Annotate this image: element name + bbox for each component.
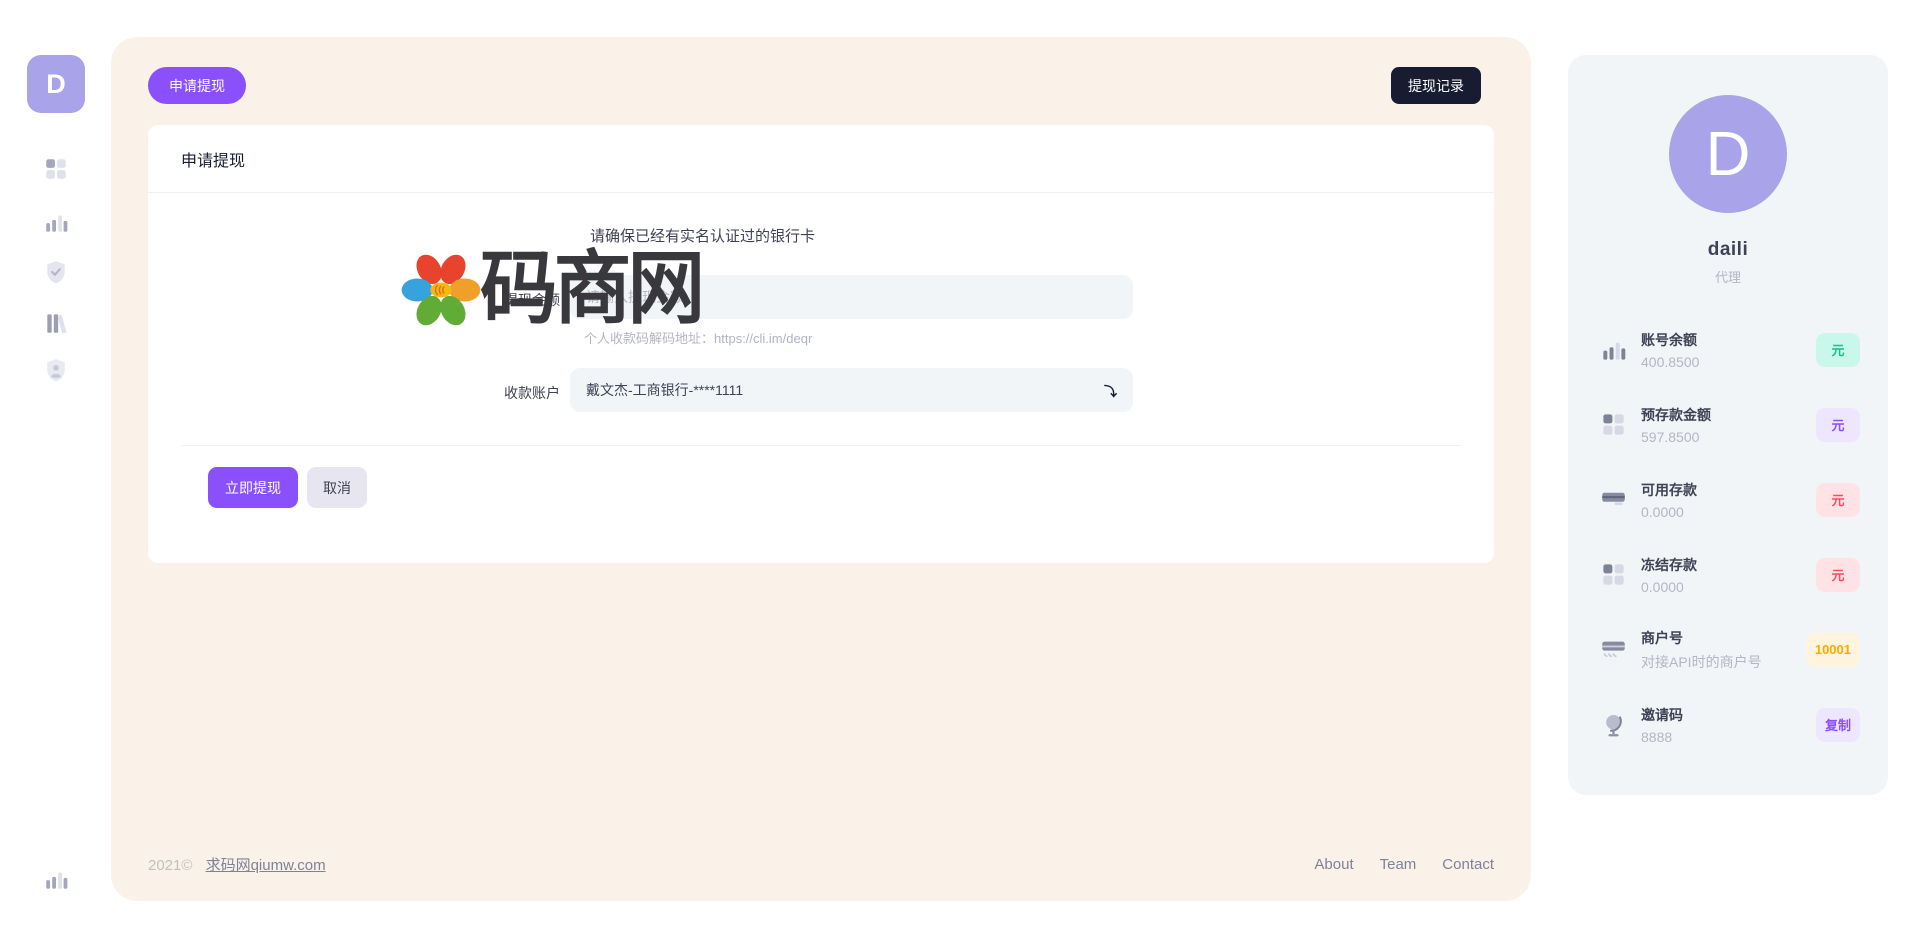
footer-links: About Team Contact	[1314, 856, 1494, 873]
profile-role: 代理	[1568, 267, 1888, 286]
currency-badge: 元	[1816, 333, 1860, 367]
app-logo[interactable]: D	[27, 55, 85, 113]
stat-label: 预存款金额	[1641, 405, 1816, 425]
stat-value: 对接API时的商户号	[1641, 652, 1806, 672]
apply-withdraw-button[interactable]: 申请提现	[148, 67, 246, 104]
stat-value: 400.8500	[1641, 354, 1816, 370]
footer-copyright: 2021© 求码网qiumw.com	[148, 854, 326, 875]
amount-input[interactable]	[570, 275, 1133, 319]
avatar: D	[1669, 95, 1787, 213]
stat-label: 可用存款	[1641, 480, 1816, 500]
copy-invite-code-button[interactable]: 复制	[1816, 708, 1860, 742]
main-content-panel: 申请提现 提现记录 申请提现 请确保已经有实名认证过的银行卡 提现金额 个人收款…	[111, 37, 1531, 901]
footer-link-contact[interactable]: Contact	[1442, 856, 1494, 873]
stat-value: 0.0000	[1641, 504, 1816, 520]
decode-link[interactable]: https://cli.im/deqr	[714, 331, 812, 346]
stat-row-available: 可用存款 0.0000 元	[1568, 462, 1888, 537]
cancel-button[interactable]: 取消	[307, 467, 367, 508]
bar-chart-icon[interactable]	[43, 209, 69, 235]
stat-row-balance: 账号余额 400.8500 元	[1568, 312, 1888, 387]
grid-icon	[1600, 561, 1627, 588]
printer-icon	[1600, 636, 1627, 663]
page: D	[0, 0, 1916, 931]
footer-year: 2021©	[148, 857, 192, 874]
submit-withdraw-button[interactable]: 立即提现	[208, 467, 298, 508]
grid-icon[interactable]	[43, 156, 69, 182]
stat-value: 0.0000	[1641, 579, 1816, 595]
stat-value: 8888	[1641, 729, 1816, 745]
withdraw-records-button[interactable]: 提现记录	[1391, 67, 1481, 104]
stat-row-frozen: 冻结存款 0.0000 元	[1568, 537, 1888, 612]
stat-label: 账号余额	[1641, 330, 1816, 350]
profile-panel: D daili 代理 账号余额 400.8500 元	[1568, 55, 1888, 795]
account-label: 收款账户	[448, 383, 560, 403]
footer-link-team[interactable]: Team	[1380, 856, 1417, 873]
amount-label: 提现金额	[448, 290, 560, 310]
merchant-id-badge: 10001	[1806, 633, 1860, 667]
left-sidebar: D	[0, 0, 111, 931]
card-title: 申请提现	[181, 147, 245, 171]
shield-user-icon[interactable]	[43, 357, 69, 383]
helper-prefix: 个人收款码解码地址：	[584, 331, 714, 346]
currency-badge: 元	[1816, 483, 1860, 517]
form-divider	[181, 445, 1461, 446]
bar-chart-icon	[1600, 336, 1627, 363]
decode-helper-text: 个人收款码解码地址：https://cli.im/deqr	[584, 328, 812, 347]
shield-check-icon[interactable]	[43, 259, 69, 285]
footer-site-link[interactable]: 求码网qiumw.com	[206, 857, 326, 874]
bar-chart-icon[interactable]	[43, 866, 69, 892]
stat-value: 597.8500	[1641, 429, 1816, 445]
stat-label: 商户号	[1641, 628, 1806, 648]
stat-row-merchant-id: 商户号 对接API时的商户号 10001	[1568, 612, 1888, 687]
account-select[interactable]: 戴文杰-工商银行-****1111	[570, 368, 1133, 412]
stat-row-prepaid: 预存款金额 597.8500 元	[1568, 387, 1888, 462]
card-header: 申请提现	[148, 125, 1494, 193]
grid-icon	[1600, 411, 1627, 438]
stat-row-invite-code: 邀请码 8888 复制	[1568, 687, 1888, 762]
withdraw-form-card: 申请提现 请确保已经有实名认证过的银行卡 提现金额 个人收款码解码地址：http…	[148, 125, 1494, 563]
credit-card-icon	[1600, 486, 1627, 513]
profile-stat-list: 账号余额 400.8500 元 预存款金额 597.8500 元	[1568, 312, 1888, 762]
library-icon[interactable]	[43, 310, 69, 336]
stat-label: 冻结存款	[1641, 555, 1816, 575]
bank-card-notice: 请确保已经有实名认证过的银行卡	[590, 225, 815, 246]
footer-link-about[interactable]: About	[1314, 856, 1353, 873]
globe-icon	[1600, 711, 1627, 738]
currency-badge: 元	[1816, 408, 1860, 442]
profile-name: daili	[1568, 239, 1888, 261]
currency-badge: 元	[1816, 558, 1860, 592]
footer: 2021© 求码网qiumw.com About Team Contact	[148, 854, 1494, 875]
stat-label: 邀请码	[1641, 705, 1816, 725]
account-select-wrap: 戴文杰-工商银行-****1111 ⤵	[570, 368, 1133, 412]
